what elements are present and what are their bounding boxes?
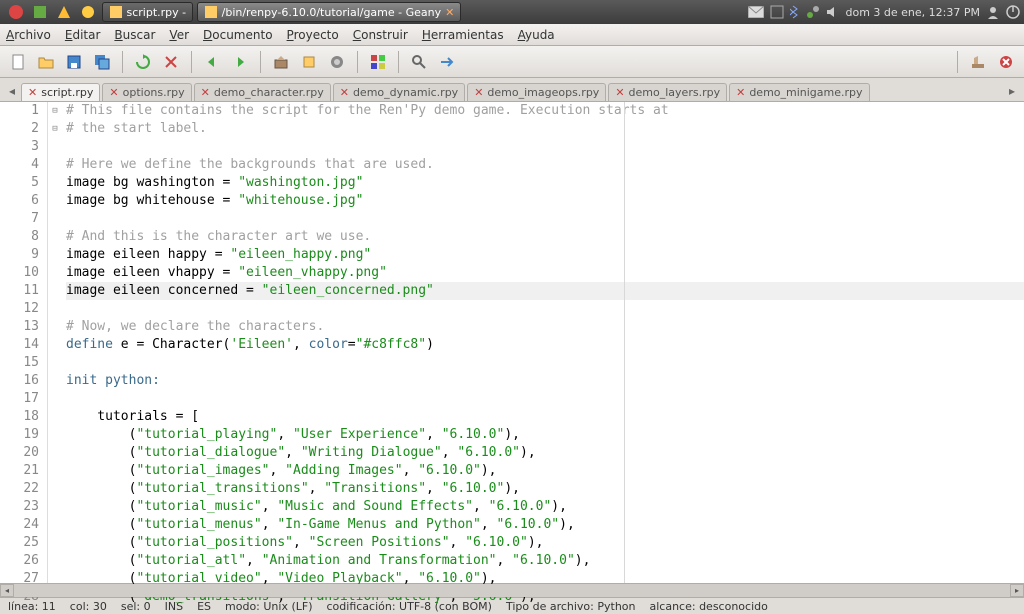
close-icon[interactable]: ✕ [109, 86, 118, 99]
compile-button[interactable] [269, 50, 293, 74]
find-button[interactable] [407, 50, 431, 74]
tab-demo_dynamic-rpy[interactable]: ✕demo_dynamic.rpy [333, 83, 465, 101]
preferences-button[interactable] [966, 50, 990, 74]
status-line: línea: 11 [8, 600, 56, 613]
open-file-button[interactable] [34, 50, 58, 74]
tab-scroll-right[interactable]: ▸ [1004, 81, 1020, 101]
tab-demo_character-rpy[interactable]: ✕demo_character.rpy [194, 83, 331, 101]
apps-menu-icon[interactable] [6, 2, 26, 22]
menu-buscar[interactable]: Buscar [114, 28, 155, 42]
tab-options-rpy[interactable]: ✕options.rpy [102, 83, 191, 101]
toolbar [0, 46, 1024, 78]
save-all-button[interactable] [90, 50, 114, 74]
forward-button[interactable] [228, 50, 252, 74]
mail-icon[interactable] [748, 6, 764, 18]
close-icon[interactable]: ✕ [340, 86, 349, 99]
back-button[interactable] [200, 50, 224, 74]
tab-script-rpy[interactable]: ✕script.rpy [21, 83, 100, 101]
menu-construir[interactable]: Construir [353, 28, 408, 42]
fold-column[interactable]: ⊟⊟ [48, 102, 62, 583]
close-icon[interactable]: ✕ [474, 86, 483, 99]
h-scrollbar[interactable]: ◂ ▸ [0, 583, 1024, 597]
user-icon[interactable] [986, 5, 1000, 19]
save-button[interactable] [62, 50, 86, 74]
tab-demo_layers-rpy[interactable]: ✕demo_layers.rpy [608, 83, 727, 101]
menu-archivo[interactable]: Archivo [6, 28, 51, 42]
volume-icon[interactable] [826, 5, 840, 19]
close-icon[interactable]: ✕ [28, 86, 37, 99]
quit-button[interactable] [994, 50, 1018, 74]
bluetooth-icon[interactable] [790, 5, 800, 19]
color-button[interactable] [366, 50, 390, 74]
run-button[interactable] [325, 50, 349, 74]
desktop-panel: script.rpy - /bin/renpy-6.10.0/tutorial/… [0, 0, 1024, 24]
close-icon[interactable]: ✕ [201, 86, 210, 99]
system-menu-icon[interactable] [54, 2, 74, 22]
launcher-icon[interactable] [78, 2, 98, 22]
shutdown-icon[interactable] [1006, 5, 1020, 19]
scroll-left-icon[interactable]: ◂ [0, 584, 14, 597]
reload-button[interactable] [131, 50, 155, 74]
editor[interactable]: 1234567891011121314151617181920212223242… [0, 102, 1024, 583]
close-icon[interactable]: ✕ [736, 86, 745, 99]
menu-ver[interactable]: Ver [169, 28, 189, 42]
menu-herramientas[interactable]: Herramientas [422, 28, 504, 42]
menu-documento[interactable]: Documento [203, 28, 273, 42]
close-icon[interactable]: ✕ [615, 86, 624, 99]
tab-demo_imageops-rpy[interactable]: ✕demo_imageops.rpy [467, 83, 606, 101]
clock[interactable]: dom 3 de ene, 12:37 PM [846, 6, 981, 19]
menubar: Archivo Editar Buscar Ver Documento Proyecto C… [0, 24, 1024, 46]
build-button[interactable] [297, 50, 321, 74]
menu-ayuda[interactable]: Ayuda [518, 28, 555, 42]
code-area[interactable]: # This file contains the script for the … [62, 102, 1024, 583]
taskbar-item[interactable]: /bin/renpy-6.10.0/tutorial/game - Geany … [197, 2, 461, 22]
close-button[interactable] [159, 50, 183, 74]
network-icon[interactable] [806, 5, 820, 19]
tray-icon[interactable] [770, 5, 784, 19]
document-tabs: ◂ ✕script.rpy✕options.rpy✕demo_character… [0, 78, 1024, 102]
taskbar-item[interactable]: script.rpy - [102, 2, 193, 22]
tab-demo_minigame-rpy[interactable]: ✕demo_minigame.rpy [729, 83, 869, 101]
menu-editar[interactable]: Editar [65, 28, 101, 42]
places-menu-icon[interactable] [30, 2, 50, 22]
goto-button[interactable] [435, 50, 459, 74]
line-numbers: 1234567891011121314151617181920212223242… [0, 102, 48, 583]
new-file-button[interactable] [6, 50, 30, 74]
menu-proyecto[interactable]: Proyecto [287, 28, 339, 42]
tab-scroll-left[interactable]: ◂ [4, 81, 20, 101]
